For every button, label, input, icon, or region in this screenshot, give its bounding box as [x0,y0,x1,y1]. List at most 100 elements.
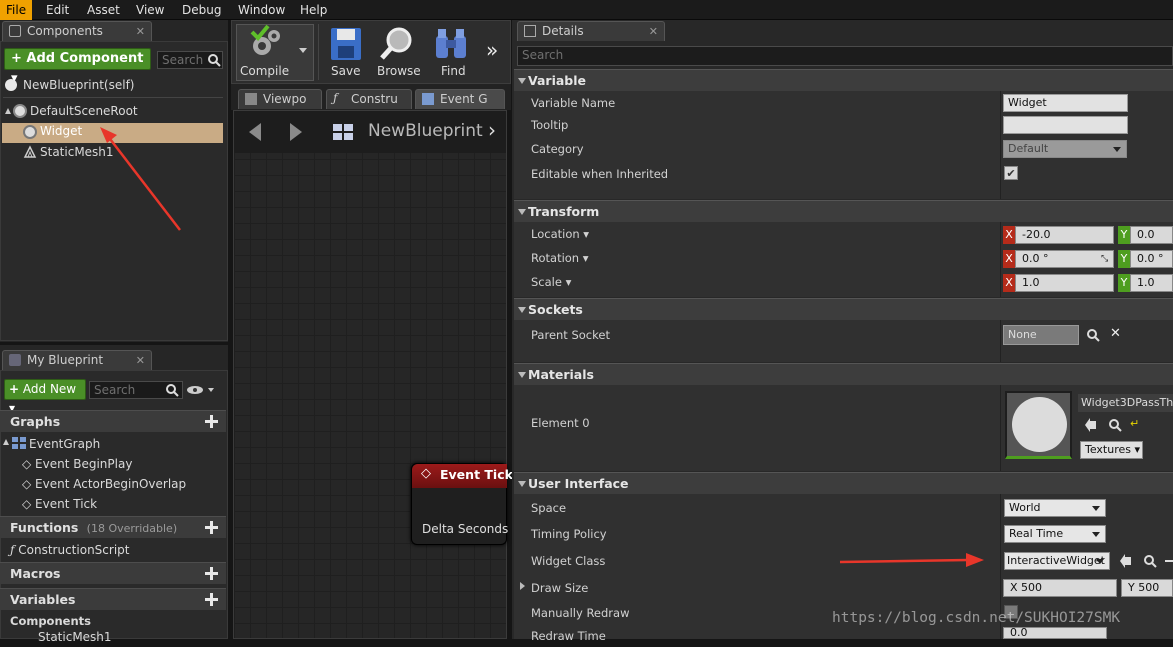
use-selected-arrow-icon[interactable] [1084,418,1098,432]
resize-handle-icon[interactable]: ⤡ [1101,254,1108,264]
scale-label[interactable]: Scale ▾ [531,275,571,289]
search-icon[interactable] [1143,554,1157,568]
event-beginplay[interactable]: ◇ Event BeginPlay [22,454,132,474]
rotation-y-field[interactable]: 0.0 ° [1130,250,1173,268]
parent-socket-field[interactable]: None [1003,325,1079,345]
redraw-time-field[interactable]: 0.0 [1003,627,1107,639]
tree-item-eventgraph[interactable]: EventGraph [29,434,100,454]
scale-x-field[interactable]: 1.0 [1015,274,1114,292]
reset-arrow-icon[interactable]: ↵ [1130,417,1139,430]
widget-class-value: InteractiveWidget [1007,554,1105,567]
sockets-section-header[interactable]: Sockets [514,298,1173,320]
tab-details[interactable]: Details ✕ [517,21,665,41]
menu-file[interactable]: File [0,0,33,20]
add-function-icon[interactable] [205,521,218,534]
menu-window[interactable]: Window [238,0,285,20]
compile-options-chevron-icon[interactable] [299,48,307,53]
tab-construction-script[interactable]: ƒ Constru [326,89,412,109]
menu-debug[interactable]: Debug [182,0,221,20]
collapse-triangle-icon[interactable] [518,209,526,215]
add-macro-icon[interactable] [205,567,218,580]
rotation-y-tag: Y [1118,250,1130,268]
parent-socket-label: Parent Socket [531,328,610,342]
details-tab-icon [524,25,536,37]
location-y-field[interactable]: 0.0 [1130,226,1173,244]
divider [3,97,223,98]
column-divider [1000,320,1001,362]
add-component-button[interactable]: + Add Component ▾ [4,48,151,86]
materials-section-header[interactable]: Materials [514,363,1173,385]
graph-breadcrumb[interactable]: NewBlueprint [368,121,483,141]
expand-triangle-icon[interactable] [5,108,11,114]
tab-components[interactable]: Components ✕ [2,21,152,41]
search-icon[interactable] [165,383,179,397]
construction-script-item[interactable]: ƒ ConstructionScript [10,540,129,560]
transform-section-header[interactable]: Transform [514,200,1173,222]
widget-class-dropdown[interactable]: InteractiveWidget [1004,552,1110,570]
expand-triangle-icon[interactable] [3,439,9,445]
close-icon[interactable]: ✕ [136,351,145,370]
rotation-x-field[interactable]: 0.0 ° [1015,250,1114,268]
collapse-triangle-icon[interactable] [518,481,526,487]
collapse-triangle-icon[interactable] [518,307,526,313]
textures-dropdown[interactable]: Textures ▾ [1080,441,1143,459]
toolbar-overflow-icon[interactable]: » [486,38,498,62]
add-variable-icon[interactable] [205,593,218,606]
functions-header[interactable]: Functions (18 Overridable) [0,516,226,538]
tab-my-blueprint[interactable]: My Blueprint ✕ [2,350,152,370]
scale-y-field[interactable]: 1.0 [1130,274,1173,292]
location-label[interactable]: Location ▾ [531,227,589,241]
clear-x-icon[interactable]: ✕ [1110,326,1121,341]
variables-header[interactable]: Variables [0,588,226,610]
details-search-input[interactable]: Search [517,46,1173,66]
event-tick[interactable]: ◇ Event Tick [22,494,97,514]
material-thumbnail[interactable] [1005,391,1072,459]
menu-edit[interactable]: Edit [46,0,69,20]
tree-item-defaultsceneroot[interactable]: DefaultSceneRoot [30,101,138,121]
back-arrow-icon[interactable] [245,121,263,143]
material-name[interactable]: Widget3DPassThro [1078,394,1173,412]
close-icon[interactable]: ✕ [649,22,658,41]
draw-size-x-field[interactable]: X 500 [1003,579,1117,597]
macros-header[interactable]: Macros [0,562,226,584]
self-item[interactable]: NewBlueprint(self) [23,75,134,95]
tooltip-field[interactable] [1003,116,1128,134]
graphs-header[interactable]: Graphs [0,410,226,432]
timing-policy-dropdown[interactable]: Real Time [1004,525,1106,543]
forward-arrow-icon[interactable] [288,121,306,143]
menu-asset[interactable]: Asset [87,0,120,20]
menu-help[interactable]: Help [300,0,327,20]
draw-size-y-field[interactable]: Y 500 [1121,579,1173,597]
location-x-field[interactable]: -20.0 [1015,226,1114,244]
user-interface-section-header[interactable]: User Interface [514,472,1173,494]
search-icon[interactable] [1086,328,1100,342]
event-actorbeginoverlap[interactable]: ◇ Event ActorBeginOverlap [22,474,186,494]
expand-triangle-icon[interactable] [520,582,525,590]
category-dropdown[interactable]: Default [1003,140,1127,158]
tree-item-widget[interactable]: Widget [40,121,82,141]
menu-view[interactable]: View [136,0,164,20]
column-divider [1000,222,1001,297]
collapse-triangle-icon[interactable] [518,372,526,378]
chevron-right-icon[interactable]: › [488,118,496,142]
editable-when-inherited-checkbox[interactable]: ✔ [1004,166,1018,180]
search-icon[interactable] [207,53,221,67]
tab-viewport[interactable]: Viewpo [238,89,322,109]
collapse-triangle-icon[interactable] [518,78,526,84]
eye-view-options-icon[interactable] [186,384,216,396]
add-graph-icon[interactable] [205,415,218,428]
add-new-label: Add New [22,382,77,396]
search-icon[interactable] [1108,418,1122,432]
graph-canvas[interactable] [233,110,507,639]
variable-name-field[interactable]: Widget [1003,94,1128,112]
add-new-button[interactable]: + Add New ▾ [4,379,86,415]
rotation-label[interactable]: Rotation ▾ [531,251,589,265]
variable-section-header[interactable]: Variable [514,69,1173,91]
use-selected-arrow-icon[interactable] [1119,554,1133,568]
tab-event-graph[interactable]: Event G [415,89,505,109]
components-first-item[interactable]: StaticMesh1 [38,627,112,647]
close-icon[interactable]: ✕ [136,22,145,41]
clear-icon[interactable] [1165,560,1173,562]
materials-section-label: Materials [528,367,594,382]
space-dropdown[interactable]: World [1004,499,1106,517]
